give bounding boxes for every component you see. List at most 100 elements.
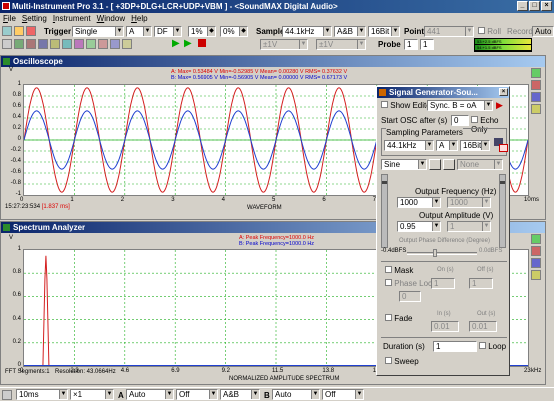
maximize-button[interactable]: □ (529, 1, 540, 11)
bits-select[interactable]: 16Bit ▼ (368, 26, 400, 37)
waveform-b-edit-button[interactable] (443, 159, 455, 170)
settings-icon[interactable] (499, 144, 508, 152)
siggen-close-button[interactable]: × (499, 88, 508, 96)
freq-b-input[interactable]: 1000 ▼ (447, 197, 491, 208)
trigger-channel-select[interactable]: A ▼ (126, 26, 152, 37)
trigger-mode-select[interactable]: Single ▼ (72, 26, 124, 37)
cursor-icon[interactable] (531, 92, 541, 102)
start-osc-input[interactable]: 0 (451, 115, 469, 126)
record-label[interactable]: Record (507, 27, 533, 36)
probe-a-input[interactable]: 1 (404, 39, 418, 50)
amp-b-input[interactable]: 1 ▼ (447, 221, 491, 232)
stop-square-icon[interactable] (198, 39, 206, 47)
meter-icon[interactable] (50, 39, 60, 49)
zoom-in-icon[interactable] (531, 68, 541, 78)
menu-setting[interactable]: Setting (22, 13, 47, 24)
cursor-icon[interactable] (531, 258, 541, 268)
siggen-channel-select[interactable]: A ▼ (436, 140, 458, 151)
show-editor-checkbox[interactable]: Show Editor (381, 101, 433, 110)
probe-b-input[interactable]: 1 (420, 39, 434, 50)
edit-icon[interactable] (122, 39, 132, 49)
run-icon[interactable] (2, 26, 12, 36)
siggen-rate-select[interactable]: 44.1kHz ▼ (384, 140, 434, 151)
show-editor-check[interactable] (381, 101, 388, 108)
channel-mode-select[interactable]: A&B ▼ (334, 26, 366, 37)
zoom-out-icon[interactable] (531, 246, 541, 256)
points-select[interactable]: 441 ▼ (424, 26, 474, 37)
roll-check[interactable] (478, 27, 485, 34)
sound-icon[interactable] (110, 39, 120, 49)
dds-icon[interactable] (86, 39, 96, 49)
siggen-play-icon[interactable]: ▶ (496, 100, 503, 110)
mask-checkbox[interactable]: Mask (385, 266, 413, 275)
sample-rate-select[interactable]: 44.1kHz ▼ (282, 26, 332, 37)
freq-b-slider[interactable] (499, 174, 506, 248)
sync-select[interactable]: Sync. B = oA ▼ (427, 100, 493, 111)
minimize-button[interactable]: _ (517, 1, 528, 11)
echo-only-check[interactable] (471, 116, 478, 123)
plot-icon[interactable] (62, 39, 72, 49)
phase-slider-thumb[interactable] (433, 249, 437, 257)
measure-icon[interactable] (531, 270, 541, 280)
timebase-icon[interactable] (2, 390, 12, 400)
open-icon[interactable] (14, 26, 24, 36)
phase-slider[interactable] (407, 249, 477, 257)
auto-button[interactable]: Auto (532, 26, 554, 37)
freq-a-slider[interactable] (381, 174, 388, 248)
mask-on-input[interactable]: 1 (431, 278, 455, 289)
stop-icon[interactable] (26, 26, 36, 36)
sweep-check[interactable] (385, 357, 392, 364)
volume-icon[interactable] (98, 39, 108, 49)
zoom-out-icon[interactable] (531, 80, 541, 90)
scope-icon[interactable] (14, 39, 24, 49)
sweep-checkbox[interactable]: Sweep (385, 357, 419, 366)
b-offset-select[interactable]: Off ▼ (322, 389, 364, 400)
loop-checkbox[interactable]: Loop (479, 342, 506, 351)
b-scale-select[interactable]: Auto ▼ (272, 389, 320, 400)
trigger-level-input[interactable]: 1% ◆ (188, 26, 216, 37)
fade-check[interactable] (385, 314, 392, 321)
play-icon[interactable]: ▶ (172, 38, 180, 50)
range-b-select[interactable]: ±1V ▼ (316, 39, 366, 50)
a-scale-select[interactable]: Auto ▼ (126, 389, 174, 400)
zoom-in-icon[interactable] (531, 234, 541, 244)
time-mult-select[interactable]: ×1 ▼ (70, 389, 114, 400)
phase-lock-check[interactable] (385, 279, 392, 286)
range-a-select[interactable]: ±1V ▼ (260, 39, 308, 50)
waveform-a-select[interactable]: Sine ▼ (381, 159, 427, 170)
roll-checkbox[interactable]: Roll (478, 27, 501, 36)
fade-out-input[interactable]: 0.01 (469, 321, 497, 332)
generator-icon[interactable] (74, 39, 84, 49)
play-once-icon[interactable]: ▶ (184, 38, 192, 50)
measure-icon[interactable] (531, 104, 541, 114)
menu-help[interactable]: Help (131, 13, 147, 24)
timebase-select[interactable]: 10ms ▼ (16, 389, 68, 400)
amp-a-input[interactable]: 0.95 ▼ (397, 221, 441, 232)
trigger-edge-select[interactable]: DF ▼ (154, 26, 182, 37)
freq-b-slider-thumb[interactable] (500, 181, 505, 184)
a-offset-select[interactable]: Off ▼ (176, 389, 218, 400)
fade-in-input[interactable]: 0.01 (431, 321, 459, 332)
menu-file[interactable]: File (3, 13, 16, 24)
menu-instrument[interactable]: Instrument (53, 13, 91, 24)
spectrum-icon[interactable] (38, 39, 48, 49)
mask-check[interactable] (385, 266, 392, 273)
waveform-b-select[interactable]: None ▼ (457, 159, 503, 170)
close-button[interactable]: × (541, 1, 552, 11)
freq-a-input[interactable]: 1000 ▼ (397, 197, 441, 208)
waveform-a-edit-button[interactable] (429, 159, 441, 170)
pretrigger-input[interactable]: 0% ◆ (220, 26, 248, 37)
duration-input[interactable]: 1 (433, 341, 477, 352)
loop-check[interactable] (479, 342, 486, 349)
fade-checkbox[interactable]: Fade (385, 314, 412, 323)
freq-a-slider-thumb[interactable] (382, 181, 387, 184)
siggen-bits-select[interactable]: 16Bit ▼ (460, 140, 490, 151)
mask-off-input[interactable]: 1 (469, 278, 493, 289)
bottom-mode-select[interactable]: A&B ▼ (220, 389, 260, 400)
settings-icon[interactable] (2, 39, 12, 49)
chevron-down-icon: ▼ (357, 40, 365, 49)
phase-lock-input[interactable]: 0 (399, 291, 421, 302)
record-icon[interactable] (26, 39, 36, 49)
menu-window[interactable]: Window (97, 13, 125, 24)
phase-lock-checkbox[interactable]: Phase Lock (385, 279, 436, 288)
